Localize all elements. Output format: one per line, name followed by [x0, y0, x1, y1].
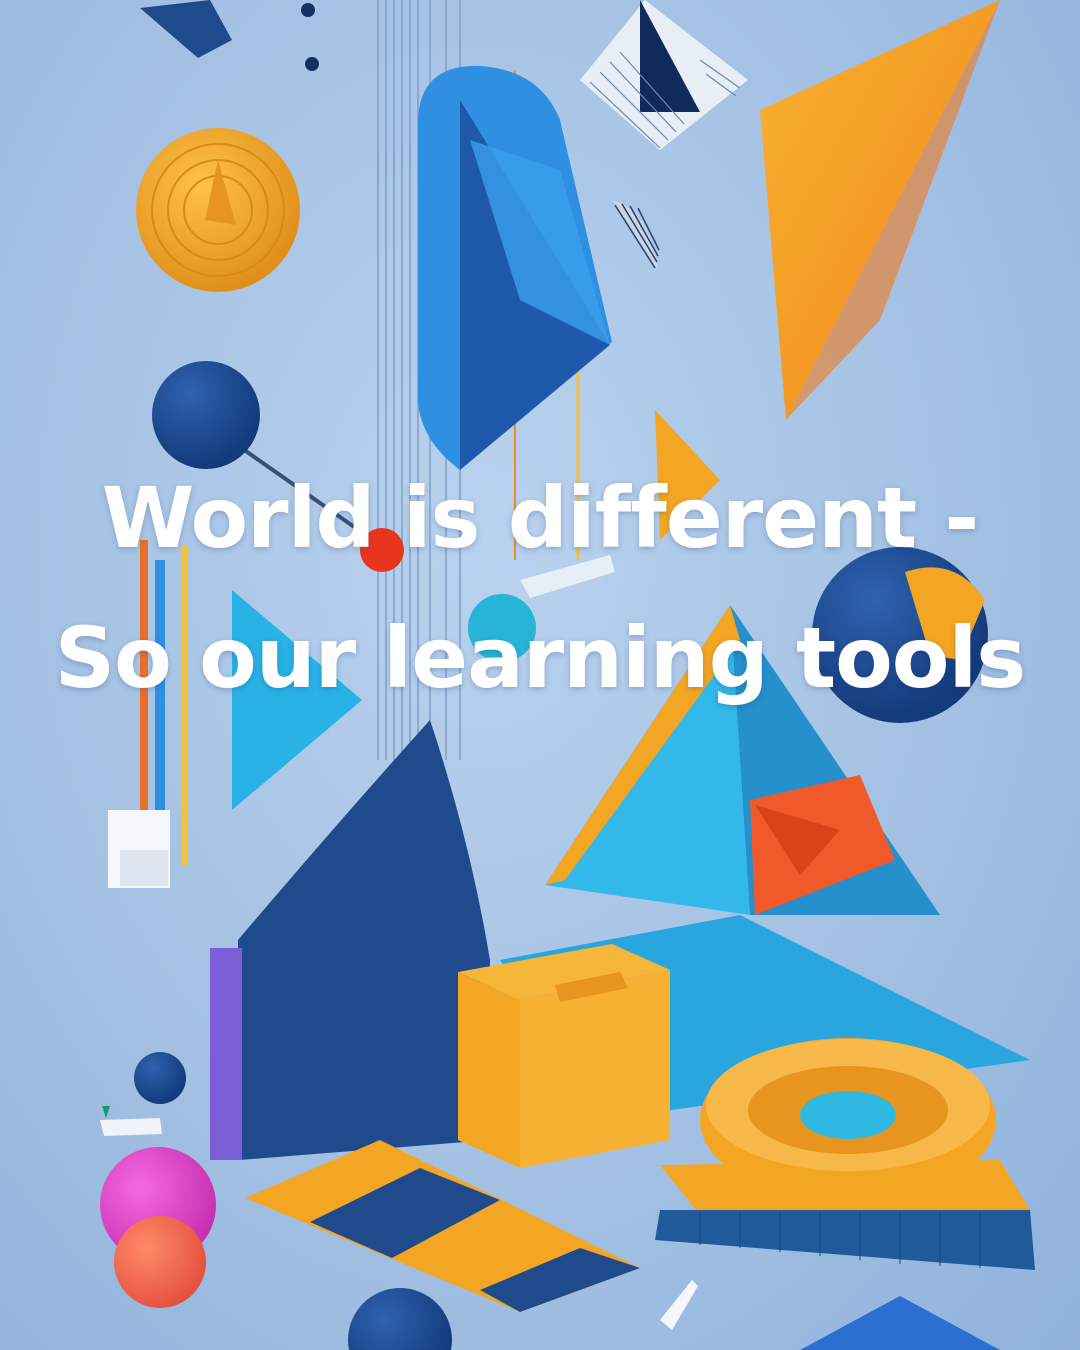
blue-curved-slab	[418, 65, 612, 470]
orange-triangle-large	[760, 0, 1000, 420]
small-dot	[305, 57, 319, 71]
headline-line-2: So our learning tools	[54, 609, 1027, 707]
small-dot	[301, 3, 315, 17]
green-tip	[102, 1106, 110, 1118]
orange-spiral-cone	[136, 128, 300, 292]
white-blade	[660, 1280, 698, 1330]
small-navy-sphere	[134, 1052, 186, 1104]
white-stick	[100, 1118, 162, 1136]
wire-pyramid	[580, 0, 748, 150]
folded-ribbon	[245, 1140, 640, 1312]
wire-fan	[612, 200, 660, 270]
navy-tab-shape	[140, 0, 232, 58]
navy-sphere-bottom	[348, 1288, 452, 1350]
headline: World is different - So our learning too…	[0, 448, 1080, 728]
headline-line-1: World is different -	[101, 469, 979, 567]
coral-sphere	[114, 1216, 206, 1308]
blue-corner-shape	[800, 1296, 1000, 1350]
orange-box	[458, 944, 670, 1168]
poster: World is different - So our learning too…	[0, 0, 1080, 1350]
